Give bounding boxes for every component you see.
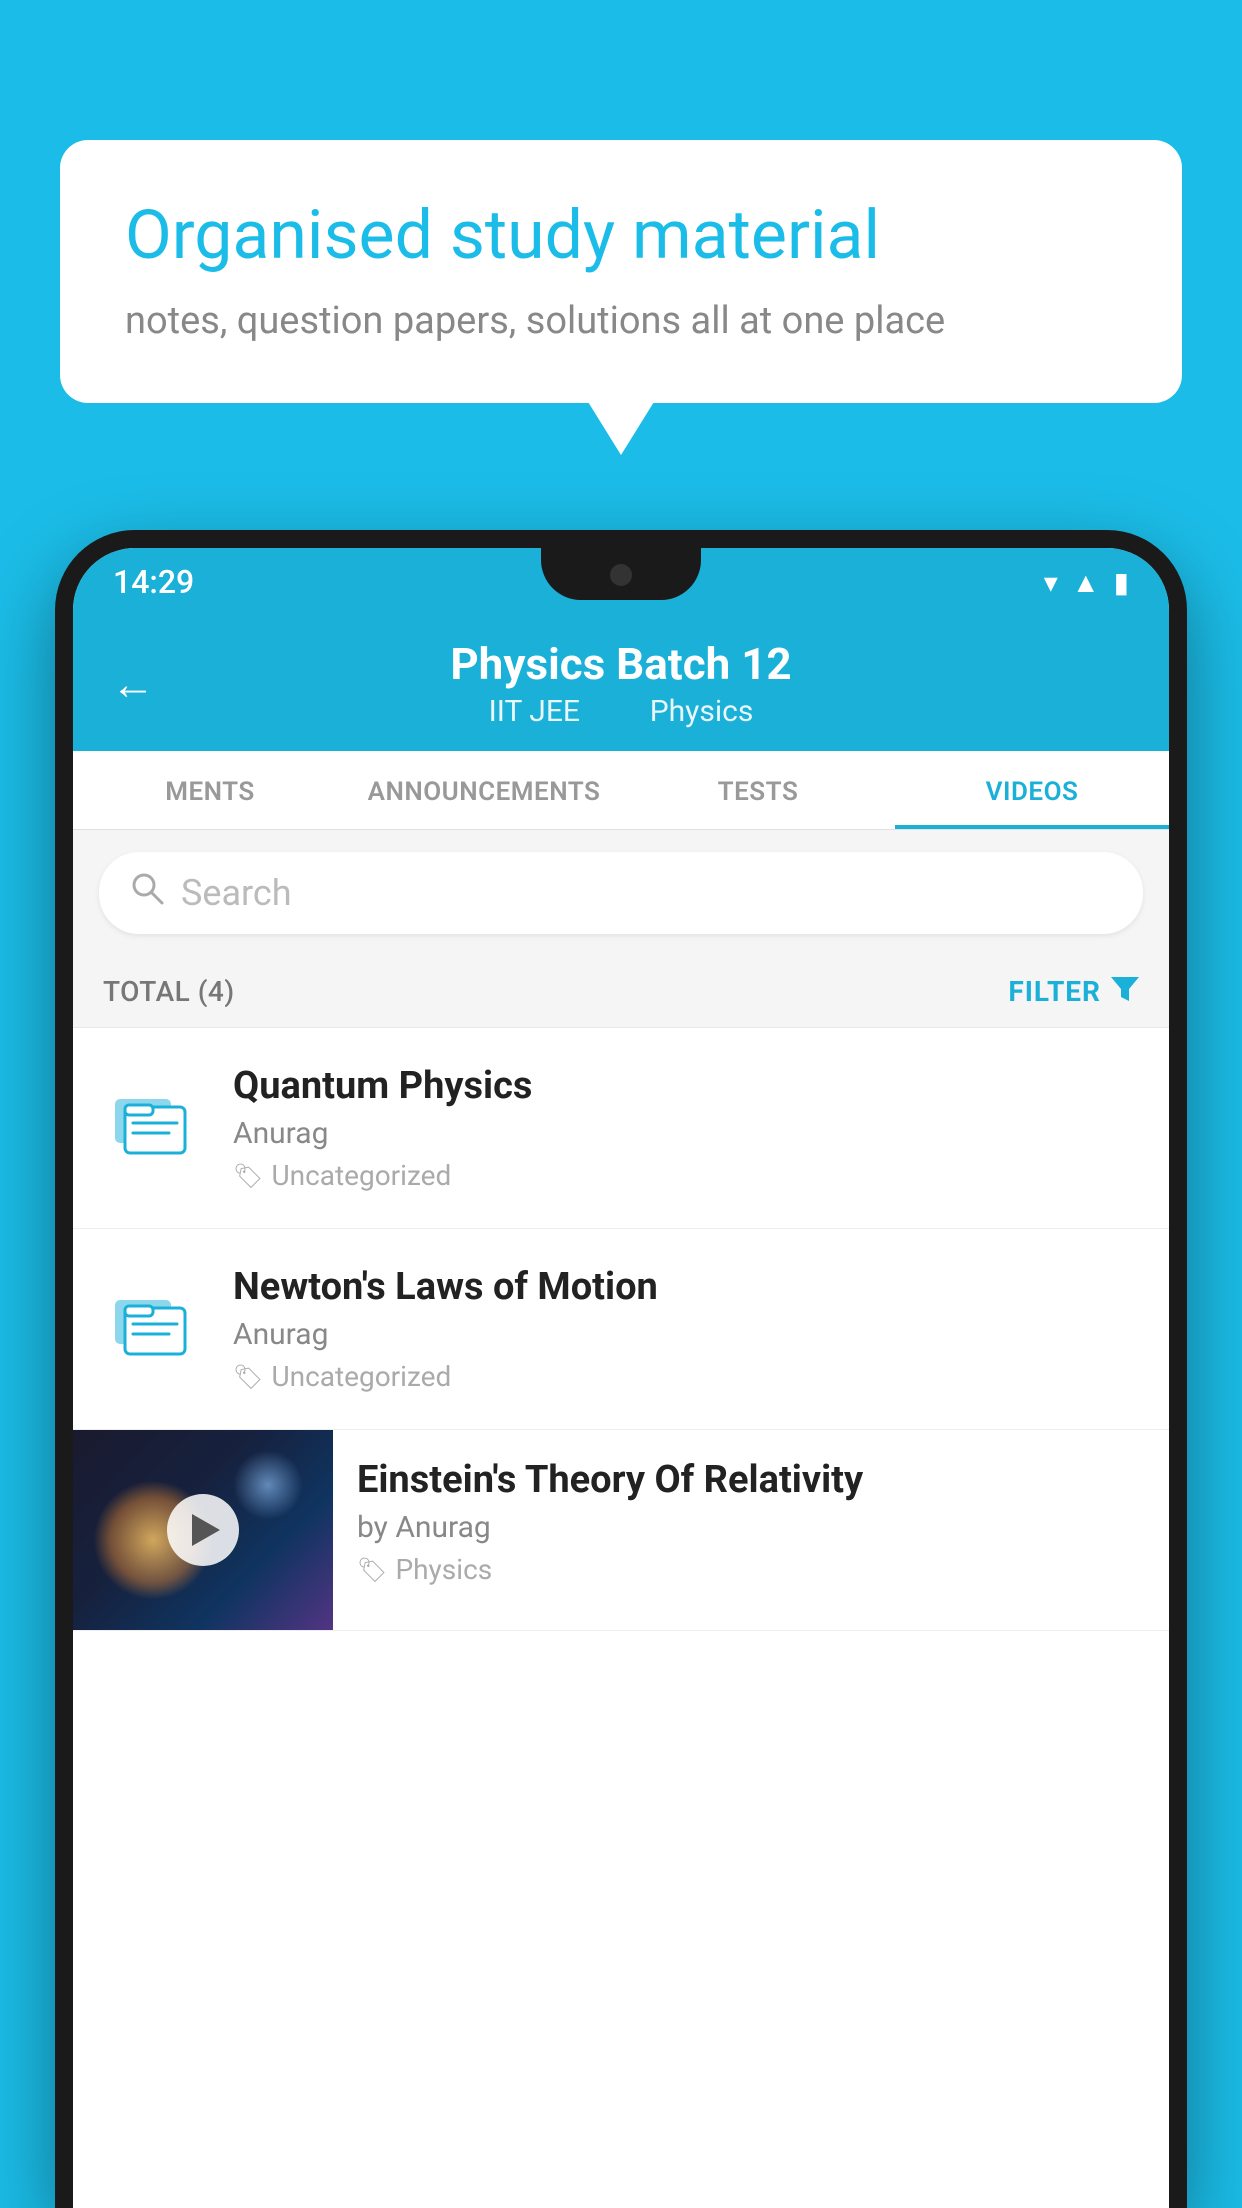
tag-label: Uncategorized — [271, 1360, 451, 1393]
video-info: Newton's Laws of Motion Anurag 🏷 Uncateg… — [233, 1265, 1139, 1393]
tag-icon: 🏷 — [233, 1363, 263, 1391]
video-title: Quantum Physics — [233, 1064, 1139, 1108]
video-tag: 🏷 Physics — [357, 1553, 1145, 1586]
battery-icon: ▮ — [1114, 566, 1129, 599]
tab-videos[interactable]: VIDEOS — [895, 751, 1169, 829]
app-header: ← Physics Batch 12 IIT JEE Physics — [73, 616, 1169, 751]
tag-icon: 🏷 — [357, 1556, 387, 1584]
video-thumbnail — [73, 1430, 333, 1630]
tab-announcements[interactable]: ANNOUNCEMENTS — [347, 751, 621, 829]
folder-icon-container — [103, 1064, 203, 1174]
header-subtitle: IIT JEE Physics — [479, 694, 764, 729]
play-button[interactable] — [167, 1494, 239, 1566]
list-item[interactable]: Newton's Laws of Motion Anurag 🏷 Uncateg… — [73, 1229, 1169, 1430]
notch — [541, 548, 701, 600]
back-button[interactable]: ← — [111, 658, 155, 710]
video-info: Einstein's Theory Of Relativity by Anura… — [333, 1430, 1169, 1614]
video-title: Einstein's Theory Of Relativity — [357, 1458, 1145, 1502]
search-section: Search — [73, 830, 1169, 956]
video-tag: 🏷 Uncategorized — [233, 1159, 1139, 1192]
filter-button[interactable]: FILTER — [1008, 974, 1139, 1009]
tag-icon: 🏷 — [233, 1162, 263, 1190]
status-time: 14:29 — [113, 563, 194, 601]
video-author: Anurag — [233, 1317, 1139, 1352]
video-author: by Anurag — [357, 1510, 1145, 1545]
video-info: Quantum Physics Anurag 🏷 Uncategorized — [233, 1064, 1139, 1192]
wifi-icon: ▾ — [1044, 566, 1058, 599]
folder-icon-container — [103, 1265, 203, 1375]
video-title: Newton's Laws of Motion — [233, 1265, 1139, 1309]
camera — [610, 564, 632, 586]
video-tag: 🏷 Uncategorized — [233, 1360, 1139, 1393]
filter-icon — [1111, 974, 1139, 1009]
header-title: Physics Batch 12 — [450, 638, 791, 690]
tag-label: Physics — [395, 1553, 492, 1586]
list-item[interactable]: Einstein's Theory Of Relativity by Anura… — [73, 1430, 1169, 1631]
tab-ments[interactable]: MENTS — [73, 751, 347, 829]
video-author: Anurag — [233, 1116, 1139, 1151]
orb2 — [233, 1450, 303, 1520]
speech-bubble-container: Organised study material notes, question… — [60, 140, 1182, 403]
search-icon — [129, 870, 165, 916]
subtitle-sep — [607, 694, 629, 729]
list-item[interactable]: Quantum Physics Anurag 🏷 Uncategorized — [73, 1028, 1169, 1229]
phone-frame: 14:29 ▾ ▲ ▮ ← Physics Batch 12 IIT JEE P… — [55, 530, 1187, 2208]
video-list: Quantum Physics Anurag 🏷 Uncategorized — [73, 1028, 1169, 1631]
status-icons: ▾ ▲ ▮ — [1044, 566, 1129, 599]
filter-row: TOTAL (4) FILTER — [73, 956, 1169, 1028]
search-bar[interactable]: Search — [99, 852, 1143, 934]
tab-tests[interactable]: TESTS — [621, 751, 895, 829]
status-bar: 14:29 ▾ ▲ ▮ — [73, 548, 1169, 616]
bubble-title: Organised study material — [125, 195, 1117, 277]
subtitle-iitjee: IIT JEE — [489, 694, 580, 729]
filter-label: FILTER — [1008, 975, 1101, 1008]
speech-bubble: Organised study material notes, question… — [60, 140, 1182, 403]
phone-inner: 14:29 ▾ ▲ ▮ ← Physics Batch 12 IIT JEE P… — [73, 548, 1169, 2208]
subtitle-physics: Physics — [650, 694, 754, 729]
total-count: TOTAL (4) — [103, 975, 235, 1008]
search-placeholder: Search — [181, 872, 292, 914]
tag-label: Uncategorized — [271, 1159, 451, 1192]
signal-icon: ▲ — [1072, 566, 1100, 599]
tabs-bar: MENTS ANNOUNCEMENTS TESTS VIDEOS — [73, 751, 1169, 830]
bubble-subtitle: notes, question papers, solutions all at… — [125, 299, 1117, 343]
play-icon — [192, 1514, 220, 1546]
